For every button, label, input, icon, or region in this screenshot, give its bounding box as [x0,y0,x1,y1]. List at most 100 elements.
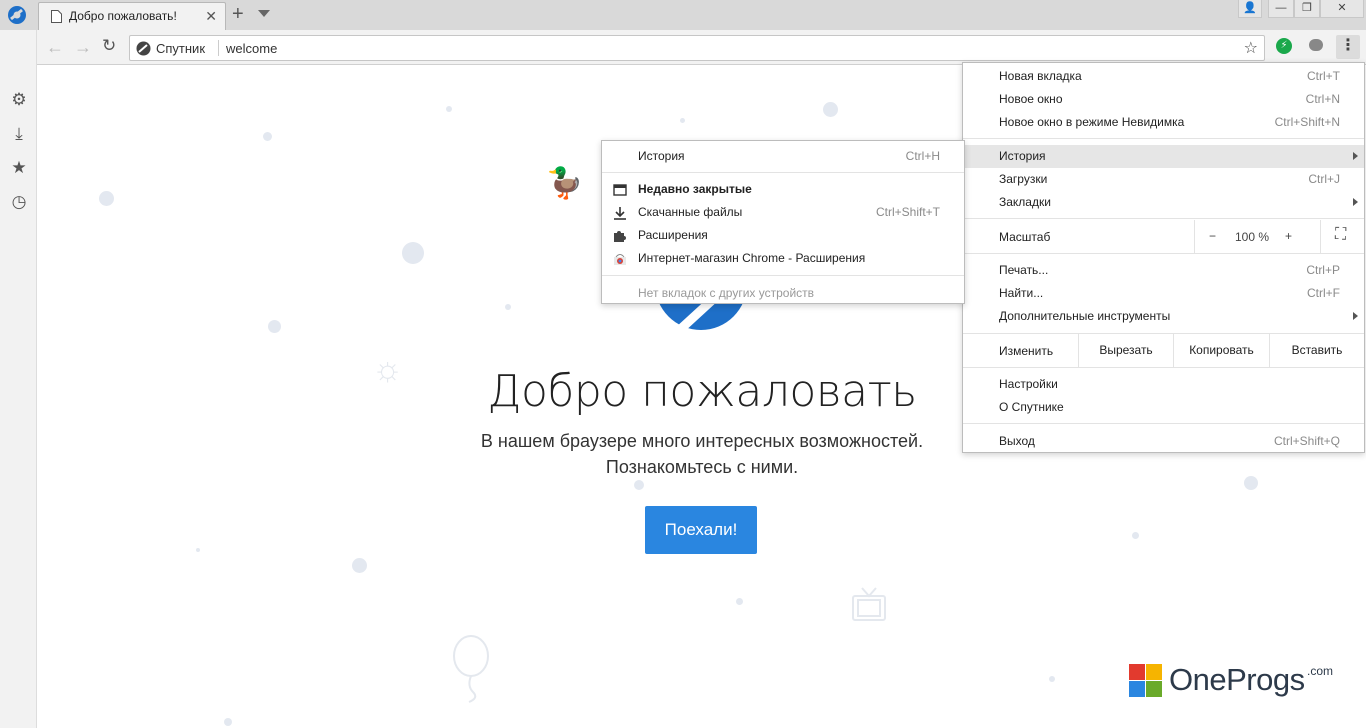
sputnik-site-icon [136,41,151,56]
menu-bookmarks[interactable]: Закладки [963,191,1364,214]
close-window-button[interactable]: ✕ [1320,0,1364,18]
menu-separator [963,253,1364,254]
menu-label: Новая вкладка [999,69,1082,83]
submenu-downloaded-files[interactable]: Скачанные файлы Ctrl+Shift+T [602,201,964,224]
sputnik-logo-icon[interactable] [4,4,30,26]
watermark-square-green [1146,681,1162,697]
decor-dot [1244,476,1258,490]
menu-label: Дополнительные инструменты [999,309,1171,323]
restore-button[interactable]: ❐ [1294,0,1320,18]
fullscreen-icon[interactable]: ⛶ [1335,226,1346,244]
submenu-arrow-icon [1353,312,1358,320]
menu-more-tools[interactable]: Дополнительные инструменты [963,305,1364,328]
menu-settings[interactable]: Настройки [963,373,1364,396]
menu-separator [602,275,964,276]
decor-dot [263,132,272,141]
bookmark-star-icon[interactable]: ☆ [1244,38,1258,58]
menu-label: Выход [999,434,1035,448]
star-icon[interactable]: ★ [9,158,29,178]
zoom-out-button[interactable]: − [1209,229,1216,243]
menu-incognito[interactable]: Новое окно в режиме Невидимка Ctrl+Shift… [963,111,1364,134]
duck-icon: 🦆 [546,167,584,200]
menu-exit[interactable]: Выход Ctrl+Shift+Q [963,430,1364,453]
tv-icon [852,587,886,621]
decor-dot [1049,676,1055,682]
menu-separator [963,367,1364,368]
menu-shortcut: Ctrl+Shift+N [1274,115,1340,129]
reload-button[interactable]: ↻ [102,36,116,56]
submenu-webstore[interactable]: Интернет-магазин Chrome - Расширения [602,247,964,270]
new-tab-button[interactable]: + [232,3,244,26]
watermark-square-yellow [1146,664,1162,680]
menu-about[interactable]: О Спутнике [963,396,1364,419]
main-menu-button[interactable]: ⋮ [1336,35,1360,59]
window-icon [613,184,627,196]
menu-separator [963,423,1364,424]
menu-shortcut: Ctrl+N [1305,92,1340,106]
chat-extension-icon[interactable] [1309,39,1323,51]
paste-button[interactable]: Вставить [1269,334,1364,367]
menu-print[interactable]: Печать... Ctrl+P [963,259,1364,282]
menu-label: Новое окно в режиме Невидимка [999,115,1185,129]
menu-label: Масштаб [999,230,1051,244]
page-subtitle-line2: Познакомьтесь с ними. [605,457,799,477]
menu-separator [602,172,964,173]
menu-label: Расширения [638,228,708,242]
decor-dot [680,118,685,123]
puzzle-icon [614,231,626,242]
decor-dot [446,106,452,112]
chrome-webstore-icon [614,254,626,265]
decor-dot [268,320,281,333]
decor-dot [823,102,838,117]
start-button[interactable]: Поехали! [645,506,757,554]
submenu-extensions[interactable]: Расширения [602,224,964,247]
watermark-text: OneProgs [1169,662,1305,697]
menu-label: История [638,149,685,163]
tab-list-dropdown-icon[interactable] [258,10,270,17]
history-icon[interactable]: ◷ [9,192,29,212]
download-icon [614,207,626,220]
menu-separator [963,218,1364,219]
menu-new-tab[interactable]: Новая вкладка Ctrl+T [963,65,1364,88]
fullscreen-box: ⛶ [1320,220,1364,253]
tab-welcome[interactable]: Добро пожаловать! ✕ [38,2,226,30]
zoom-controls: − 100 % + [1194,220,1320,253]
menu-label: Печать... [999,263,1049,277]
address-bar[interactable]: Спутник welcome ☆ [129,35,1265,61]
cut-button[interactable]: Вырезать [1078,334,1173,367]
decor-dot [224,718,232,726]
submenu-arrow-icon [1353,198,1358,206]
site-name: Спутник [156,41,206,56]
back-button[interactable]: ← [46,37,64,58]
menu-separator [963,138,1364,139]
tab-close-icon[interactable]: ✕ [205,8,217,25]
copy-button[interactable]: Копировать [1173,334,1269,367]
history-submenu: История Ctrl+H Недавно закрытые Скачанны… [601,140,965,304]
submenu-recently-closed[interactable]: Недавно закрытые [602,178,964,201]
menu-label: История [999,149,1046,163]
minimize-button[interactable]: — [1268,0,1294,18]
download-icon[interactable]: ⤓ [9,124,29,144]
menu-label: Изменить [999,344,1054,358]
menu-downloads[interactable]: Загрузки Ctrl+J [963,168,1364,191]
menu-shortcut: Ctrl+J [1308,172,1340,186]
decor-dot [1132,532,1139,539]
profile-button[interactable]: 👤 [1238,0,1262,18]
watermark-square-blue [1129,681,1145,697]
submenu-history[interactable]: История Ctrl+H [602,145,964,168]
menu-label: Найти... [999,286,1044,300]
menu-label: Загрузки [999,172,1048,186]
address-separator [218,40,219,56]
menu-shortcut: Ctrl+T [1307,69,1340,83]
menu-find[interactable]: Найти... Ctrl+F [963,282,1364,305]
watermark-square-red [1129,664,1145,680]
gear-icon[interactable]: ⚙ [9,90,29,110]
menu-new-window[interactable]: Новое окно Ctrl+N [963,88,1364,111]
zoom-in-button[interactable]: + [1285,229,1292,243]
url-text[interactable]: welcome [226,41,277,56]
extension-green-icon[interactable]: ⚡ [1276,38,1292,54]
decor-dot [736,598,743,605]
forward-button[interactable]: → [74,37,92,58]
menu-label: Закладки [999,195,1051,209]
menu-history[interactable]: История [963,145,1364,168]
